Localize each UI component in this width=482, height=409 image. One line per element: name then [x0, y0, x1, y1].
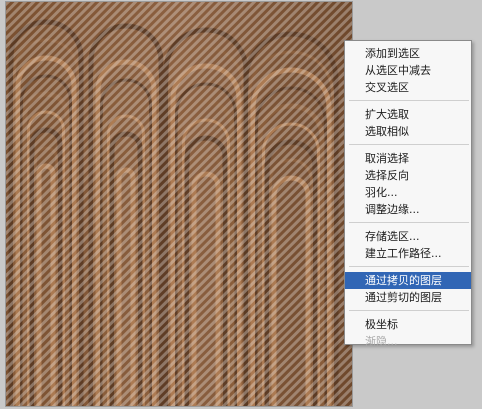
document-canvas[interactable] — [6, 2, 352, 406]
selection-marching-ants — [6, 2, 352, 406]
menu-separator — [349, 222, 469, 223]
wood-texture-image — [6, 2, 352, 406]
menu-separator — [349, 144, 469, 145]
menu-item[interactable]: 选择反向 — [345, 167, 471, 184]
menu-item[interactable]: 从选区中减去 — [345, 62, 471, 79]
menu-item[interactable]: 交叉选区 — [345, 79, 471, 96]
menu-item[interactable]: 添加到选区 — [345, 45, 471, 62]
menu-item[interactable]: 选取相似 — [345, 123, 471, 140]
menu-item[interactable]: 调整边缘... — [345, 201, 471, 218]
menu-item: 渐隐... — [365, 335, 398, 348]
menu-item[interactable]: 建立工作路径... — [345, 245, 471, 262]
menu-separator — [349, 310, 469, 311]
menu-item[interactable]: 扩大选取 — [345, 106, 471, 123]
menu-item[interactable]: 通过剪切的图层 — [345, 289, 471, 306]
menu-item[interactable]: 羽化... — [345, 184, 471, 201]
menu-separator — [349, 266, 469, 267]
menu-item[interactable]: 极坐标 — [345, 316, 471, 333]
context-menu: 添加到选区 从选区中减去 交叉选区扩大选取 选取相似取消选择 选择反向 羽化... 调整边缘… — [344, 40, 472, 348]
menu-item[interactable]: 存储选区... — [345, 228, 471, 245]
menu-separator — [349, 100, 469, 101]
photoshop-workspace: 添加到选区 从选区中减去 交叉选区扩大选取 选取相似取消选择 选择反向 羽化... 调整边缘… — [0, 0, 482, 409]
menu-item[interactable]: 取消选择 — [345, 150, 471, 167]
menu-item[interactable]: 通过拷贝的图层 — [345, 272, 471, 289]
